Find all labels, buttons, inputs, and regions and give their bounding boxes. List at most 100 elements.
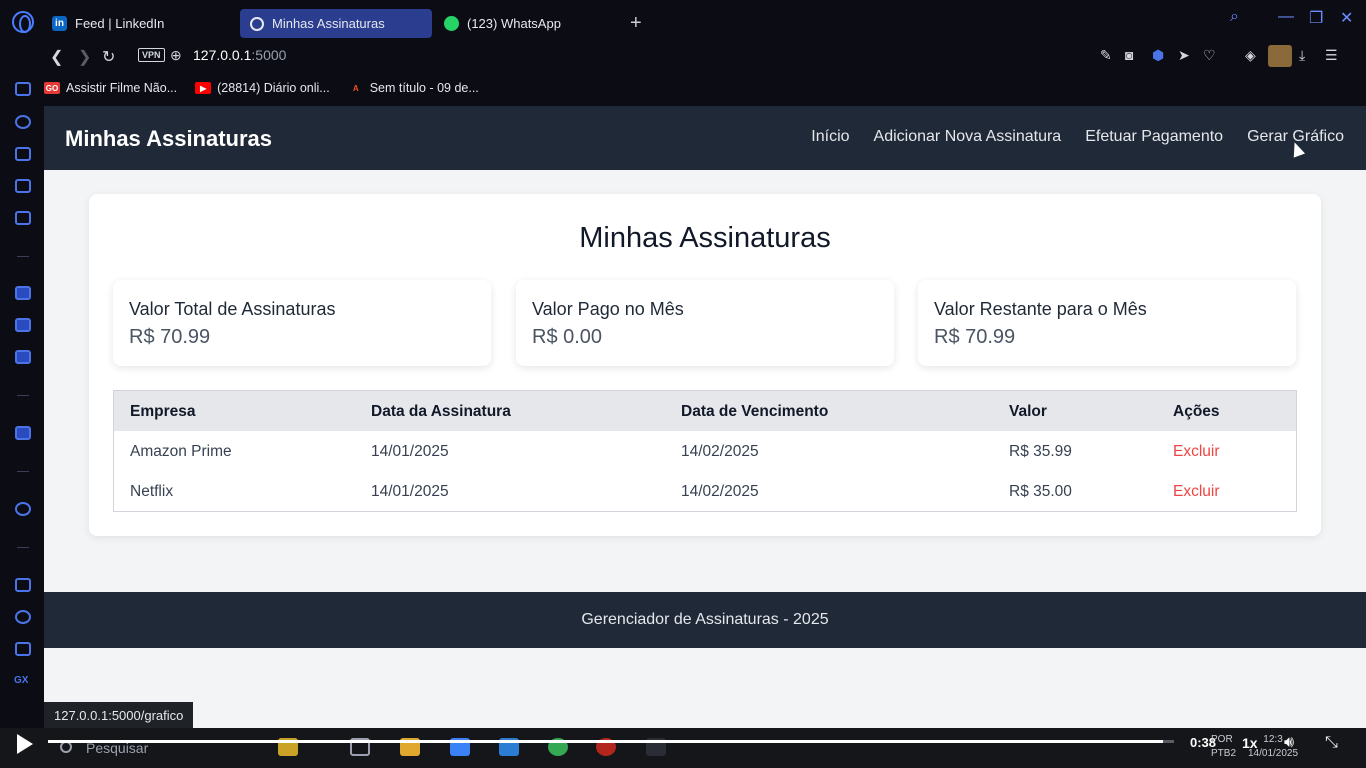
video-progress-fill: [48, 740, 1163, 743]
subscriptions-table: Empresa Data da Assinatura Data de Venci…: [113, 390, 1297, 512]
video-progress-bar[interactable]: [48, 740, 1174, 743]
vpn-badge[interactable]: VPN: [138, 48, 165, 62]
column-header: Ações: [1173, 403, 1220, 420]
cell-valor: R$ 35.99: [1009, 443, 1072, 460]
shield-icon[interactable]: ⬢: [1152, 47, 1164, 64]
search-tabs-icon[interactable]: ⌕: [1230, 8, 1239, 26]
pinboard-icon[interactable]: [15, 578, 31, 592]
gaming-icon[interactable]: [15, 179, 31, 193]
cell-empresa: Amazon Prime: [130, 443, 232, 460]
web-page: Minhas Assinaturas Início Adicionar Nova…: [44, 106, 1366, 728]
gx-icon[interactable]: GX: [14, 675, 28, 686]
new-tab-plus-icon[interactable]: +: [630, 12, 642, 35]
stat-value: R$ 70.99: [934, 326, 1016, 348]
link-status-tooltip: 127.0.0.1:5000/grafico: [44, 702, 194, 728]
site-brand[interactable]: Minhas Assinaturas: [65, 126, 272, 152]
bookmark-label: Sem título - 09 de...: [369, 81, 479, 95]
nav-pagamento-link[interactable]: Efetuar Pagamento: [1085, 128, 1223, 146]
restore-icon[interactable]: ❐: [1309, 8, 1323, 28]
cell-data-assinatura: 14/01/2025: [371, 483, 449, 500]
column-header: Valor: [1009, 403, 1047, 420]
browser-tabbar: in Feed | LinkedIn Minhas Assinaturas (1…: [0, 0, 1366, 42]
screen: in Feed | LinkedIn Minhas Assinaturas (1…: [0, 0, 1366, 768]
cell-data-vencimento: 14/02/2025: [681, 483, 759, 500]
bookmark-label: (28814) Diário onli...: [217, 81, 330, 95]
history-flow-icon[interactable]: [15, 115, 31, 129]
app-icon[interactable]: [15, 318, 31, 332]
bookmark-item[interactable]: GO Assistir Filme Não...: [44, 81, 177, 95]
whatsapp-icon: [444, 16, 459, 31]
site-navbar: Minhas Assinaturas Início Adicionar Nova…: [44, 106, 1366, 170]
app-icon[interactable]: [15, 350, 31, 364]
cell-valor: R$ 35.00: [1009, 483, 1072, 500]
bookmark-item[interactable]: ▶ (28814) Diário onli...: [195, 81, 330, 95]
delete-link[interactable]: Excluir: [1173, 443, 1220, 461]
url-port: :5000: [251, 47, 287, 63]
close-icon[interactable]: ✕: [1340, 8, 1353, 28]
twitch-icon[interactable]: [15, 426, 31, 440]
cube-icon[interactable]: [15, 642, 31, 656]
cell-data-assinatura: 14/01/2025: [371, 443, 449, 460]
site-info-icon[interactable]: ⊕: [170, 47, 182, 64]
messenger-icon[interactable]: [15, 211, 31, 225]
forward-arrow-icon[interactable]: ❯: [78, 47, 91, 67]
sidebar-divider: [17, 547, 29, 548]
minimize-icon[interactable]: —: [1278, 8, 1294, 26]
stat-total: Valor Total de Assinaturas R$ 70.99: [113, 280, 491, 366]
sidebar-divider: [17, 395, 29, 396]
stat-label: Valor Pago no Mês: [532, 299, 684, 319]
lang-bottom: PTB2: [1211, 748, 1237, 759]
send-icon[interactable]: ➤: [1178, 47, 1190, 64]
heart-icon[interactable]: ♡: [1203, 47, 1216, 64]
cube-icon[interactable]: ◈: [1245, 47, 1256, 64]
volume-icon[interactable]: 🔊︎: [1284, 734, 1294, 752]
youtube-icon: ▶: [195, 82, 212, 94]
taskbar: [0, 728, 1366, 768]
cell-data-vencimento: 14/02/2025: [681, 443, 759, 460]
url-field[interactable]: 127.0.0.1:5000: [193, 47, 286, 63]
page-title: Minhas Assinaturas: [579, 222, 831, 254]
opera-logo-icon[interactable]: [12, 11, 34, 33]
language-indicator[interactable]: POR PTB2: [1211, 733, 1236, 761]
reload-icon[interactable]: ↻: [102, 47, 115, 67]
table-row: Netflix 14/01/2025 14/02/2025 R$ 35.00 E…: [114, 471, 1296, 511]
nav-links: Início Adicionar Nova Assinatura Efetuar…: [811, 128, 1344, 146]
edit-icon[interactable]: ✎: [1100, 47, 1112, 64]
tab-linkedin[interactable]: in Feed | LinkedIn: [42, 9, 174, 38]
store-icon[interactable]: [15, 147, 31, 161]
stat-value: R$ 0.00: [532, 326, 603, 348]
tab-label: Feed | LinkedIn: [75, 16, 165, 31]
back-arrow-icon[interactable]: ❮: [50, 47, 63, 67]
avatar[interactable]: [1268, 45, 1292, 67]
cell-empresa: Netflix: [130, 483, 174, 500]
clock-icon[interactable]: [15, 610, 31, 624]
tab-whatsapp[interactable]: (123) WhatsApp: [434, 9, 571, 38]
player-icon[interactable]: [15, 502, 31, 516]
menu-icon[interactable]: ☰: [1325, 47, 1338, 64]
linkedin-icon: in: [52, 16, 67, 31]
nav-inicio-link[interactable]: Início: [811, 128, 849, 146]
subscriptions-card: Minhas Assinaturas Valor Total de Assina…: [89, 194, 1321, 536]
globe-icon: [250, 16, 264, 31]
aria-icon[interactable]: [15, 286, 31, 300]
lang-top: POR: [1211, 734, 1233, 745]
exit-fullscreen-icon[interactable]: ⤡: [1325, 734, 1338, 752]
tab-label: (123) WhatsApp: [467, 16, 561, 31]
site-footer: Gerenciador de Assinaturas - 2025: [44, 592, 1366, 648]
table-header: Empresa Data da Assinatura Data de Venci…: [114, 391, 1296, 431]
bookmark-item[interactable]: A Sem título - 09 de...: [348, 81, 479, 95]
bookmark-favicon-icon: A: [352, 83, 359, 93]
play-icon[interactable]: [17, 734, 33, 754]
bookmark-favicon-icon: GO: [44, 82, 60, 94]
nav-adicionar-link[interactable]: Adicionar Nova Assinatura: [874, 128, 1062, 146]
stat-value: R$ 70.99: [129, 326, 211, 348]
sidebar-divider: [17, 256, 29, 257]
column-header: Empresa: [130, 403, 196, 420]
tab-minhas-assinaturas[interactable]: Minhas Assinaturas: [240, 9, 432, 38]
delete-link[interactable]: Excluir: [1173, 483, 1220, 501]
download-icon[interactable]: ⤓: [1299, 47, 1305, 64]
camera-icon[interactable]: ◙: [1125, 47, 1133, 63]
workspaces-icon[interactable]: [15, 82, 31, 96]
column-header: Data da Assinatura: [371, 403, 511, 420]
bookmarks-bar: GO Assistir Filme Não... ▶ (28814) Diári…: [44, 76, 479, 100]
